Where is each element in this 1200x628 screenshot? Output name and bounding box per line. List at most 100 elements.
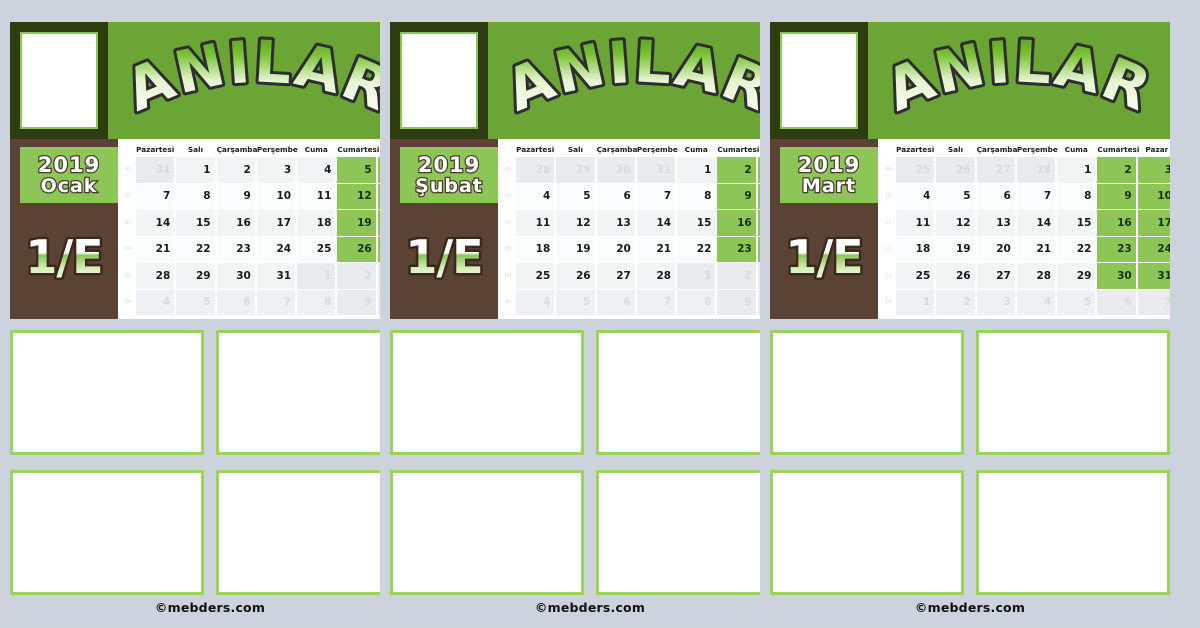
calendar-day-cell[interactable]: 6	[976, 183, 1015, 209]
calendar-day-cell[interactable]: 31	[636, 157, 676, 183]
calendar-day-cell[interactable]: 4	[297, 157, 336, 183]
calendar-day-cell[interactable]: 4	[516, 183, 555, 209]
calendar-day-cell[interactable]: 23	[1097, 236, 1136, 262]
calendar-day-cell[interactable]: 17	[1137, 210, 1170, 236]
calendar-day-cell[interactable]: 28	[636, 263, 676, 289]
calendar-day-cell[interactable]: 1	[677, 157, 716, 183]
calendar-day-cell[interactable]: 8	[297, 289, 336, 315]
calendar-day-cell[interactable]: 2	[337, 263, 376, 289]
calendar-day-cell[interactable]: 7	[256, 289, 296, 315]
photo-frame[interactable]	[216, 330, 380, 455]
calendar-day-cell[interactable]: 15	[677, 210, 716, 236]
calendar-day-cell[interactable]: 27	[596, 263, 635, 289]
calendar-day-cell[interactable]: 7	[636, 183, 676, 209]
header-photo-frame[interactable]	[770, 22, 868, 139]
calendar-day-cell[interactable]: 3	[976, 289, 1015, 315]
calendar-day-cell[interactable]: 2	[1097, 157, 1136, 183]
calendar-day-cell[interactable]: 12	[936, 210, 975, 236]
calendar-day-cell[interactable]: 19	[556, 236, 595, 262]
calendar-day-cell[interactable]: 18	[896, 236, 935, 262]
calendar-day-cell[interactable]: 29	[1057, 263, 1096, 289]
photo-frame[interactable]	[596, 330, 760, 455]
calendar-day-cell[interactable]: 21	[136, 236, 175, 262]
calendar-day-cell[interactable]: 15	[1057, 210, 1096, 236]
calendar-day-cell[interactable]: 6	[596, 183, 635, 209]
calendar-day-cell[interactable]: 26	[936, 157, 975, 183]
calendar-day-cell[interactable]: 1	[677, 263, 716, 289]
header-photo-frame[interactable]	[390, 22, 488, 139]
calendar-day-cell[interactable]: 7	[1016, 183, 1056, 209]
calendar-day-cell[interactable]: 5	[556, 183, 595, 209]
calendar-day-cell[interactable]: 5	[936, 183, 975, 209]
header-photo-placeholder[interactable]	[22, 34, 96, 127]
calendar-day-cell[interactable]: 20	[596, 236, 635, 262]
calendar-day-cell[interactable]: 18	[516, 236, 555, 262]
photo-frame[interactable]	[596, 470, 760, 595]
calendar-day-cell[interactable]: 1	[176, 157, 215, 183]
photo-frame[interactable]	[976, 470, 1170, 595]
calendar-day-cell[interactable]: 6	[1097, 289, 1136, 315]
calendar-day-cell[interactable]: 11	[297, 183, 336, 209]
photo-frame[interactable]	[390, 470, 584, 595]
photo-frame[interactable]	[976, 330, 1170, 455]
calendar-day-cell[interactable]: 30	[1097, 263, 1136, 289]
calendar-day-cell[interactable]: 7	[636, 289, 676, 315]
calendar-day-cell[interactable]: 10	[1137, 183, 1170, 209]
calendar-day-cell[interactable]: 2	[717, 157, 756, 183]
calendar-day-cell[interactable]: 12	[337, 183, 376, 209]
calendar-day-cell[interactable]: 4	[896, 183, 935, 209]
calendar-day-cell[interactable]: 21	[1016, 236, 1056, 262]
calendar-day-cell[interactable]: 7	[136, 183, 175, 209]
calendar-day-cell[interactable]: 2	[216, 157, 255, 183]
calendar-day-cell[interactable]: 17	[256, 210, 296, 236]
calendar-day-cell[interactable]: 7	[1137, 289, 1170, 315]
calendar-day-cell[interactable]: 3	[1137, 157, 1170, 183]
calendar-day-cell[interactable]: 31	[256, 263, 296, 289]
calendar-day-cell[interactable]: 24	[1137, 236, 1170, 262]
calendar-day-cell[interactable]: 13	[976, 210, 1015, 236]
header-photo-placeholder[interactable]	[402, 34, 476, 127]
calendar-day-cell[interactable]: 25	[896, 157, 935, 183]
calendar-day-cell[interactable]: 16	[717, 210, 756, 236]
calendar-day-cell[interactable]: 23	[216, 236, 255, 262]
calendar-day-cell[interactable]: 4	[1016, 289, 1056, 315]
calendar-day-cell[interactable]: 25	[297, 236, 336, 262]
calendar-day-cell[interactable]: 3	[256, 157, 296, 183]
calendar-day-cell[interactable]: 5	[1057, 289, 1096, 315]
calendar-day-cell[interactable]: 19	[936, 236, 975, 262]
calendar-day-cell[interactable]: 29	[556, 157, 595, 183]
calendar-day-cell[interactable]: 28	[1016, 157, 1056, 183]
calendar-day-cell[interactable]: 19	[337, 210, 376, 236]
calendar-day-cell[interactable]: 1	[896, 289, 935, 315]
calendar-day-cell[interactable]: 26	[936, 263, 975, 289]
calendar-day-cell[interactable]: 10	[256, 183, 296, 209]
calendar-day-cell[interactable]: 15	[176, 210, 215, 236]
calendar-day-cell[interactable]: 23	[717, 236, 756, 262]
photo-frame[interactable]	[770, 330, 964, 455]
calendar-day-cell[interactable]: 18	[297, 210, 336, 236]
calendar-day-cell[interactable]: 22	[1057, 236, 1096, 262]
calendar-day-cell[interactable]: 11	[516, 210, 555, 236]
calendar-day-cell[interactable]: 9	[337, 289, 376, 315]
calendar-day-cell[interactable]: 26	[337, 236, 376, 262]
calendar-day-cell[interactable]: 11	[896, 210, 935, 236]
calendar-day-cell[interactable]: 9	[1097, 183, 1136, 209]
photo-frame[interactable]	[10, 330, 204, 455]
calendar-day-cell[interactable]: 13	[596, 210, 635, 236]
calendar-day-cell[interactable]: 9	[216, 183, 255, 209]
calendar-day-cell[interactable]: 5	[176, 289, 215, 315]
calendar-day-cell[interactable]: 29	[176, 263, 215, 289]
photo-frame[interactable]	[10, 470, 204, 595]
calendar-day-cell[interactable]: 25	[896, 263, 935, 289]
calendar-day-cell[interactable]: 28	[136, 263, 175, 289]
calendar-day-cell[interactable]: 28	[1016, 263, 1056, 289]
calendar-day-cell[interactable]: 31	[1137, 263, 1170, 289]
calendar-day-cell[interactable]: 14	[136, 210, 175, 236]
calendar-day-cell[interactable]: 22	[677, 236, 716, 262]
calendar-day-cell[interactable]: 9	[717, 183, 756, 209]
calendar-day-cell[interactable]: 4	[136, 289, 175, 315]
calendar-day-cell[interactable]: 16	[1097, 210, 1136, 236]
calendar-day-cell[interactable]: 30	[596, 157, 635, 183]
calendar-day-cell[interactable]: 4	[516, 289, 555, 315]
calendar-day-cell[interactable]: 25	[516, 263, 555, 289]
